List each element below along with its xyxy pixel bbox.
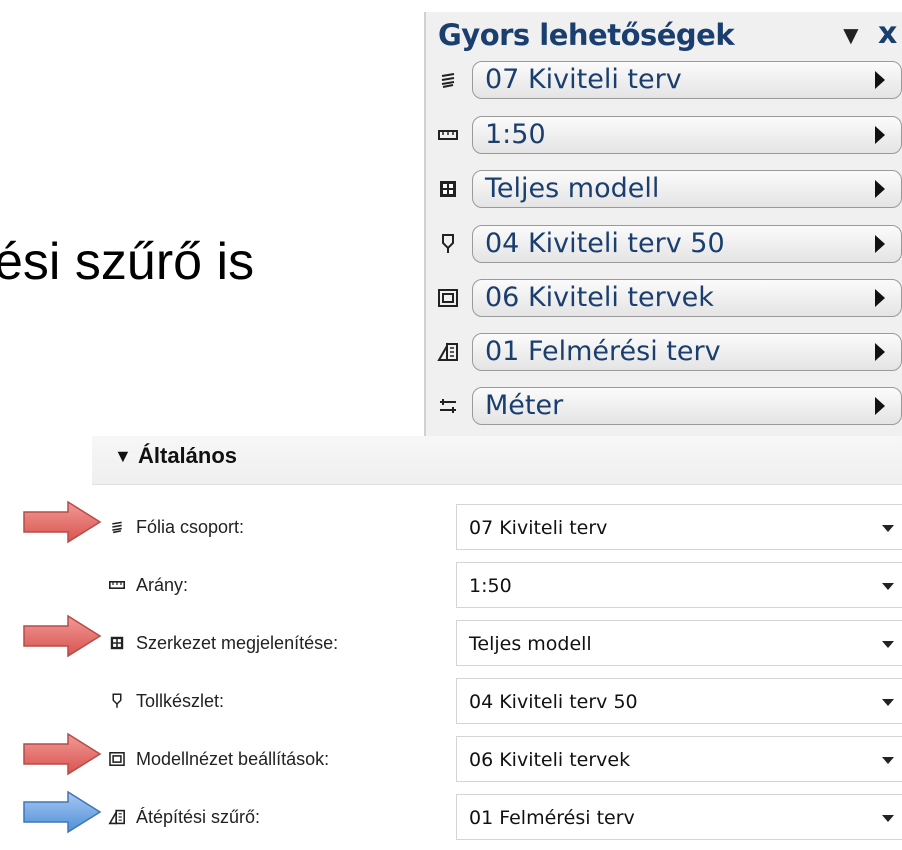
setting-label: Szerkezet megjelenítése: — [136, 633, 339, 653]
chevron-down-icon — [882, 757, 894, 764]
close-button[interactable]: x — [878, 16, 897, 51]
quick-option-row-pen: 04 Kiviteli terv 50 — [426, 222, 902, 266]
renovation-filter-select[interactable]: 01 Felmérési terv — [456, 794, 902, 840]
quick-option-row-structure: Teljes modell — [426, 167, 902, 211]
chevron-down-icon — [882, 699, 894, 706]
structure-icon — [108, 634, 126, 652]
scale-icon — [435, 122, 461, 148]
arrow-right-icon — [875, 289, 885, 307]
chevron-down-icon — [882, 641, 894, 648]
field-value: Teljes modell — [485, 173, 660, 204]
general-settings-panel: ▼ Általános Fólia csoport: 07 Kiviteli t… — [92, 436, 902, 850]
slide-text-line-2: ési szűrő is — [0, 233, 255, 291]
model-view-icon — [435, 285, 461, 311]
section-header[interactable]: ▼ Általános — [92, 436, 902, 485]
layer-combination-select[interactable]: 07 Kiviteli terv — [456, 504, 902, 550]
quick-option-row-dimension: Méter — [426, 384, 902, 428]
select-value: 07 Kiviteli terv — [469, 517, 608, 539]
arrow-right-icon — [875, 235, 885, 253]
section-title: Általános — [138, 443, 238, 468]
renovation-icon — [435, 339, 461, 365]
renovation-icon — [108, 808, 126, 826]
quick-option-row-model-view: 06 Kiviteli tervek — [426, 276, 902, 320]
arrow-right-icon — [875, 343, 885, 361]
setting-label: Tollkészlet: — [136, 691, 225, 711]
chevron-down-icon — [882, 525, 894, 532]
setting-label: Arány: — [136, 575, 189, 595]
field-value: 06 Kiviteli tervek — [485, 282, 714, 313]
red-arrow-icon — [23, 732, 102, 776]
model-view-field[interactable]: 06 Kiviteli tervek — [472, 279, 902, 317]
quick-option-row-layer: 07 Kiviteli terv — [426, 58, 902, 102]
blue-arrow-icon — [23, 790, 102, 834]
dimension-icon — [435, 393, 461, 419]
select-value: 1:50 — [469, 575, 512, 597]
field-value: 04 Kiviteli terv 50 — [485, 228, 725, 259]
layer-combination-field[interactable]: 07 Kiviteli terv — [472, 61, 902, 99]
red-arrow-icon — [23, 500, 102, 544]
setting-label: Fólia csoport: — [136, 517, 245, 537]
structure-display-select[interactable]: Teljes modell — [456, 620, 902, 666]
setting-label: Modellnézet beállítások: — [136, 749, 330, 769]
structure-display-field[interactable]: Teljes modell — [472, 170, 902, 208]
setting-row-layer: Fólia csoport: 07 Kiviteli terv — [92, 498, 902, 556]
scale-icon — [108, 576, 126, 594]
red-arrow-icon — [23, 614, 102, 658]
model-view-select[interactable]: 06 Kiviteli tervek — [456, 736, 902, 782]
structure-icon — [435, 176, 461, 202]
collapse-triangle-icon[interactable]: ▼ — [114, 446, 132, 467]
dimension-field[interactable]: Méter — [472, 387, 902, 425]
scale-field[interactable]: 1:50 — [472, 116, 902, 154]
pen-set-field[interactable]: 04 Kiviteli terv 50 — [472, 225, 902, 263]
slide-text-line-1-wrap: tta — [0, 140, 400, 210]
setting-label: Átépítési szűrő: — [136, 807, 261, 827]
pen-icon — [108, 692, 126, 710]
setting-row-pen: Tollkészlet: 04 Kiviteli terv 50 — [92, 672, 902, 730]
select-value: 04 Kiviteli terv 50 — [469, 691, 638, 713]
field-value: Méter — [485, 390, 564, 421]
setting-row-renovation: Átépítési szűrő: 01 Felmérési terv — [92, 788, 902, 846]
layer-icon — [108, 518, 126, 536]
arrow-right-icon — [875, 71, 885, 89]
pen-icon — [435, 231, 461, 257]
quick-option-row-renovation: 01 Felmérési terv — [426, 330, 902, 374]
model-view-icon — [108, 750, 126, 768]
quick-options-palette: Gyors lehetőségek ▼ x 07 Kiviteli terv 1… — [424, 12, 902, 440]
chevron-down-icon — [882, 583, 894, 590]
setting-row-scale: Arány: 1:50 — [92, 556, 902, 614]
scale-select[interactable]: 1:50 — [456, 562, 902, 608]
pen-set-select[interactable]: 04 Kiviteli terv 50 — [456, 678, 902, 724]
setting-row-model-view: Modellnézet beállítások: 06 Kiviteli ter… — [92, 730, 902, 788]
chevron-down-icon — [882, 815, 894, 822]
setting-row-structure: Szerkezet megjelenítése: Teljes modell — [92, 614, 902, 672]
quick-option-row-scale: 1:50 — [426, 113, 902, 157]
slide-text-line-2-wrap: ési szűrő is — [0, 228, 400, 298]
renovation-filter-field[interactable]: 01 Felmérési terv — [472, 333, 902, 371]
layer-icon — [435, 67, 461, 93]
field-value: 07 Kiviteli terv — [485, 64, 682, 95]
select-value: 01 Felmérési terv — [469, 807, 635, 829]
palette-title: Gyors lehetőségek — [438, 18, 735, 52]
arrow-right-icon — [875, 397, 885, 415]
select-value: 06 Kiviteli tervek — [469, 749, 631, 771]
field-value: 1:50 — [485, 119, 546, 150]
arrow-right-icon — [875, 126, 885, 144]
arrow-right-icon — [875, 180, 885, 198]
field-value: 01 Felmérési terv — [485, 336, 721, 367]
slide-text-line-1: tta — [0, 148, 400, 200]
select-value: Teljes modell — [469, 633, 592, 655]
triangle-down-icon[interactable]: ▼ — [838, 20, 864, 51]
